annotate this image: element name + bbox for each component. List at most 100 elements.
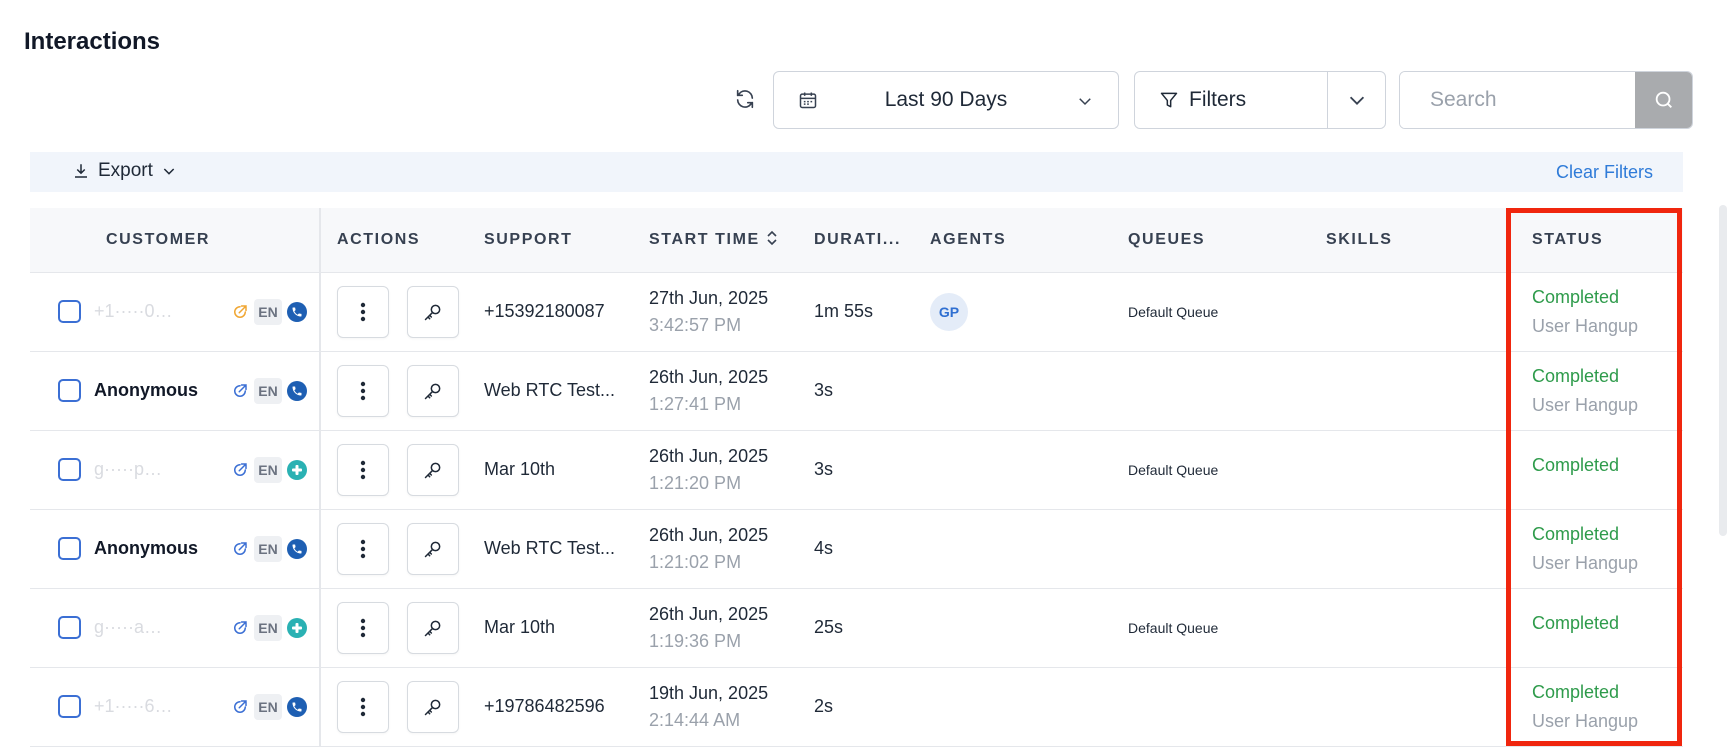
row-checkbox[interactable] [58, 695, 81, 718]
table-row[interactable]: g·····a… EN Mar 10th 26th Jun, 2025 1:19… [30, 588, 1683, 667]
start-clock: 2:14:44 AM [649, 709, 741, 730]
status-badge: Completed [1532, 613, 1620, 633]
call-direction-icon [234, 699, 247, 713]
more-actions-button[interactable] [337, 522, 389, 575]
customer-cell: g·····p… EN [30, 430, 321, 509]
customer-name[interactable]: Anonymous [94, 380, 212, 401]
clear-filters-link[interactable]: Clear Filters [1556, 162, 1653, 183]
table-row[interactable]: Anonymous EN Web RTC Test... 26th Jun, 2… [30, 509, 1683, 588]
agents-cell [914, 430, 1112, 509]
filters-button[interactable]: Filters [1135, 72, 1328, 128]
language-badge: EN [254, 456, 282, 483]
header-queues[interactable]: QUEUES [1112, 208, 1310, 273]
header-start-time[interactable]: START TIME [633, 208, 798, 273]
key-action-button[interactable] [407, 680, 459, 733]
customer-cell: +1·····0… EN [30, 272, 321, 351]
header-status[interactable]: STATUS [1508, 208, 1683, 273]
call-direction-icon [234, 383, 247, 397]
agents-cell: GP [914, 272, 1112, 351]
actions-cell [320, 509, 468, 588]
status-cell: Completed [1508, 588, 1683, 667]
filters-dropdown-button[interactable] [1328, 72, 1385, 128]
agents-cell [914, 588, 1112, 667]
call-direction-icon [234, 304, 247, 318]
table-row[interactable]: +1·····0… EN +15392180087 27th Jun, 2025… [30, 272, 1683, 351]
table-row[interactable]: Anonymous EN Web RTC Test... 26th Jun, 2… [30, 351, 1683, 430]
key-action-button[interactable] [407, 601, 459, 654]
key-icon [424, 383, 441, 399]
status-badge: Completed [1532, 286, 1620, 307]
search-icon [1655, 91, 1672, 108]
direction-icon [230, 302, 250, 322]
status-badge: Completed [1532, 365, 1620, 386]
duration-cell: 4s [814, 538, 834, 558]
key-action-button[interactable] [407, 443, 459, 496]
status-cell: Completed User Hangup [1508, 351, 1683, 430]
key-icon [424, 462, 441, 478]
row-checkbox[interactable] [58, 458, 81, 481]
more-actions-button[interactable] [337, 443, 389, 496]
customer-cell: Anonymous EN [30, 509, 321, 588]
table-row[interactable]: +1·····6… EN +19786482596 19th Jun, 2025… [30, 667, 1683, 746]
row-checkbox[interactable] [58, 616, 81, 639]
key-action-button[interactable] [407, 522, 459, 575]
start-date: 27th Jun, 2025 [649, 287, 769, 308]
support-cell: +19786482596 [484, 696, 605, 716]
header-agents[interactable]: AGENTS [914, 208, 1112, 273]
language-badge: EN [254, 298, 282, 325]
duration-cell: 3s [814, 380, 834, 400]
key-icon [424, 541, 441, 557]
status-reason: User Hangup [1532, 710, 1639, 731]
start-time-cell: 19th Jun, 2025 2:14:44 AM [633, 667, 798, 746]
status-reason: User Hangup [1532, 552, 1639, 573]
queues-cell [1112, 351, 1310, 430]
queue-name: Default Queue [1128, 620, 1219, 636]
status-reason: User Hangup [1532, 394, 1639, 415]
header-customer[interactable]: CUSTOMER [30, 208, 321, 273]
duration-cell: 2s [814, 696, 834, 716]
vertical-scrollbar[interactable] [1719, 205, 1727, 536]
start-time-cell: 26th Jun, 2025 1:19:36 PM [633, 588, 798, 667]
customer-name[interactable]: Anonymous [94, 538, 212, 559]
status-cell: Completed User Hangup [1508, 667, 1683, 746]
more-actions-button[interactable] [337, 680, 389, 733]
header-duration[interactable]: DURATI... [798, 208, 914, 273]
customer-name[interactable]: +1·····6… [94, 696, 212, 717]
header-support[interactable]: SUPPORT [468, 208, 633, 273]
direction-icon [230, 539, 250, 559]
agents-cell [914, 351, 1112, 430]
agent-avatar[interactable]: GP [930, 292, 968, 331]
customer-name[interactable]: +1·····0… [94, 301, 212, 322]
export-button[interactable]: Export [72, 160, 177, 182]
search-input[interactable] [1400, 72, 1635, 128]
row-checkbox[interactable] [58, 379, 81, 402]
customer-name[interactable]: g·····a… [94, 617, 212, 638]
key-action-button[interactable] [407, 364, 459, 417]
customer-name[interactable]: g·····p… [94, 459, 212, 480]
queues-cell: Default Queue [1112, 588, 1310, 667]
search-button[interactable] [1635, 72, 1692, 128]
header-skills[interactable]: SKILLS [1310, 208, 1508, 273]
refresh-button[interactable] [732, 85, 758, 113]
more-actions-button[interactable] [337, 364, 389, 417]
row-checkbox[interactable] [58, 300, 81, 323]
start-date: 26th Jun, 2025 [649, 603, 769, 624]
row-checkbox[interactable] [58, 537, 81, 560]
more-actions-button[interactable] [337, 285, 389, 338]
more-actions-button[interactable] [337, 601, 389, 654]
direction-icon [230, 381, 250, 401]
support-cell: +15392180087 [484, 301, 605, 321]
date-range-select[interactable]: Last 90 Days [773, 71, 1119, 129]
actions-cell [320, 272, 468, 351]
key-action-button[interactable] [407, 285, 459, 338]
filters-control: Filters [1134, 71, 1386, 129]
direction-icon [230, 460, 250, 480]
phone-channel-icon [287, 301, 307, 322]
download-icon [75, 164, 87, 178]
start-date: 26th Jun, 2025 [649, 445, 769, 466]
table-row[interactable]: g·····p… EN Mar 10th 26th Jun, 2025 1:21… [30, 430, 1683, 509]
call-direction-icon [234, 541, 247, 555]
more-vertical-icon [360, 618, 366, 637]
status-cell: Completed [1508, 430, 1683, 509]
start-date: 26th Jun, 2025 [649, 524, 769, 545]
